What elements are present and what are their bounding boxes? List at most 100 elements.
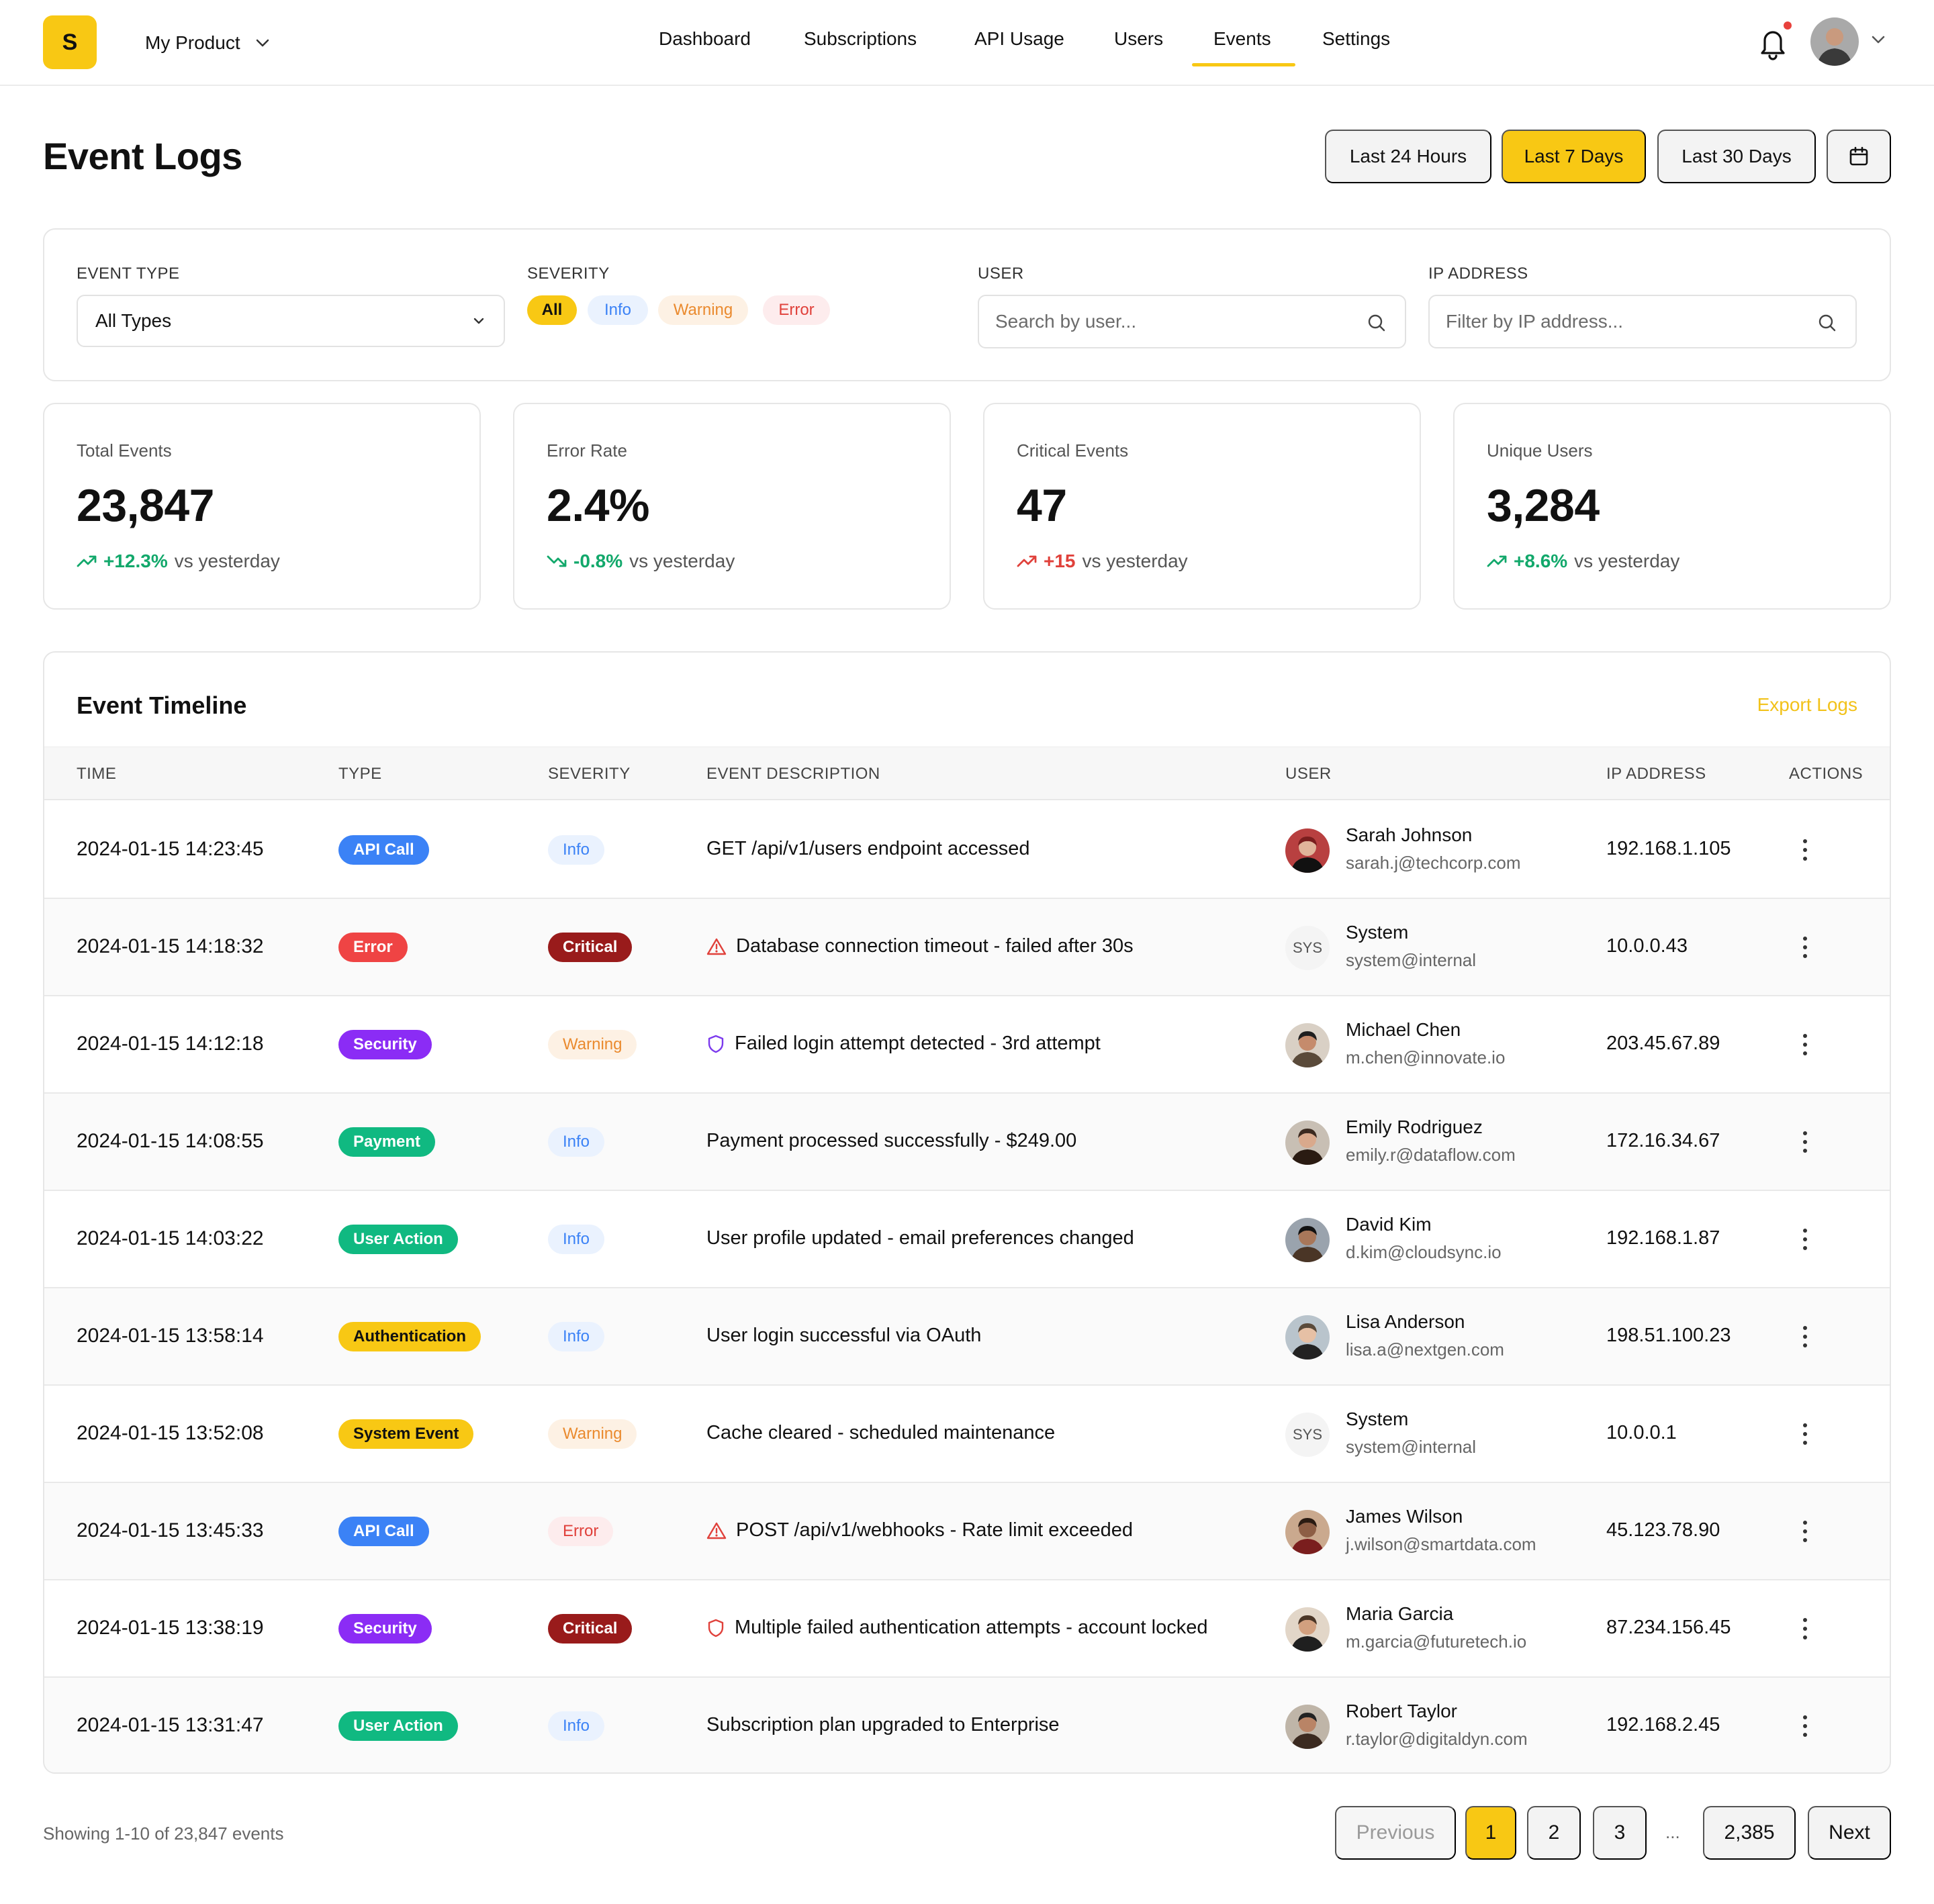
stat-label: Unique Users: [1487, 440, 1593, 461]
user-email: lisa.a@nextgen.com: [1346, 1339, 1504, 1360]
event-time: 2024-01-15 14:08:55: [77, 1130, 264, 1152]
chevron-down-icon: [473, 318, 484, 324]
page-button-1[interactable]: 1: [1465, 1806, 1516, 1860]
event-time: 2024-01-15 14:03:22: [77, 1227, 264, 1249]
export-logs-link[interactable]: Export Logs: [1757, 694, 1857, 716]
column-header-ip-address[interactable]: IP ADDRESS: [1606, 765, 1706, 783]
event-type-select[interactable]: All Types: [77, 295, 505, 347]
row-actions-menu-icon[interactable]: [1794, 1514, 1816, 1549]
event-type-badge: API Call: [338, 1517, 429, 1546]
event-description: Payment processed successfully - $249.00: [706, 1130, 1076, 1152]
event-description-text: User login successful via OAuth: [706, 1325, 982, 1346]
event-type-badge: Payment: [338, 1127, 436, 1157]
ip-filter-field[interactable]: [1428, 295, 1857, 348]
app-logo[interactable]: S: [43, 15, 97, 69]
table-row[interactable]: 2024-01-15 13:52:08 System Event Warning…: [44, 1386, 1890, 1483]
event-type-badge: API Call: [338, 835, 429, 865]
stat-delta: +12.3% vs yesterday: [77, 551, 280, 572]
event-time: 2024-01-15 14:18:32: [77, 935, 264, 957]
row-actions-menu-icon[interactable]: [1794, 1319, 1816, 1354]
user-search-input[interactable]: [995, 308, 1344, 335]
table-row[interactable]: 2024-01-15 14:08:55 Payment Info Payment…: [44, 1094, 1890, 1191]
stat-label: Error Rate: [547, 440, 627, 461]
table-row[interactable]: 2024-01-15 13:45:33 API Call Error POST …: [44, 1483, 1890, 1580]
user-name: David Kim: [1346, 1214, 1432, 1235]
event-type-badge: Authentication: [338, 1322, 481, 1351]
stat-delta-suffix: vs yesterday: [1574, 551, 1680, 571]
row-actions-menu-icon[interactable]: [1794, 1709, 1816, 1744]
trend-up-icon: [1017, 555, 1037, 567]
nav-dashboard[interactable]: Dashboard: [659, 28, 751, 50]
column-header-actions: ACTIONS: [1789, 765, 1863, 783]
ip-address: 10.0.0.1: [1606, 1422, 1677, 1443]
row-actions-menu-icon[interactable]: [1794, 1027, 1816, 1062]
row-actions-menu-icon[interactable]: [1794, 1222, 1816, 1257]
avatar: [1285, 1705, 1330, 1749]
severity-chip-error[interactable]: Error: [763, 295, 830, 325]
nav-api-usage[interactable]: API Usage: [974, 28, 1064, 50]
product-switcher[interactable]: My Product: [145, 28, 270, 58]
table-row[interactable]: 2024-01-15 14:23:45 API Call Info GET /a…: [44, 802, 1890, 899]
ip-address: 192.168.1.105: [1606, 838, 1731, 859]
event-description-text: Failed login attempt detected - 3rd atte…: [735, 1033, 1101, 1054]
event-description-text: Subscription plan upgraded to Enterprise: [706, 1714, 1060, 1735]
stat-delta: -0.8% vs yesterday: [547, 551, 735, 572]
column-header-severity[interactable]: SEVERITY: [548, 765, 631, 783]
nav-subscriptions[interactable]: Subscriptions: [804, 28, 917, 50]
calendar-button[interactable]: [1827, 130, 1891, 183]
ip-address: 203.45.67.89: [1606, 1033, 1720, 1054]
column-header-type[interactable]: TYPE: [338, 765, 382, 783]
severity-chip-info[interactable]: Info: [588, 295, 648, 325]
stat-delta-suffix: vs yesterday: [629, 551, 735, 571]
system-avatar: SYS: [1285, 926, 1330, 970]
avatar: [1285, 1023, 1330, 1067]
event-type-badge: Security: [338, 1030, 432, 1059]
table-row[interactable]: 2024-01-15 14:03:22 User Action Info Use…: [44, 1191, 1890, 1288]
range-7d-button[interactable]: Last 7 Days: [1502, 130, 1646, 183]
severity-chip-warning[interactable]: Warning: [658, 295, 748, 325]
stat-value: 3,284: [1487, 480, 1600, 531]
ip-address: 192.168.2.45: [1606, 1714, 1720, 1735]
user-email: system@internal: [1346, 1437, 1477, 1457]
user-search-field[interactable]: [978, 295, 1406, 348]
event-description: User login successful via OAuth: [706, 1325, 981, 1347]
ip-filter-input[interactable]: [1446, 308, 1795, 335]
row-actions-menu-icon[interactable]: [1794, 1417, 1816, 1451]
column-header-time[interactable]: TIME: [77, 765, 116, 783]
page-button-2[interactable]: 2: [1527, 1806, 1581, 1860]
event-description: Multiple failed authentication attempts …: [706, 1617, 1207, 1639]
stat-delta-suffix: vs yesterday: [174, 551, 280, 571]
page-button-3[interactable]: 3: [1593, 1806, 1647, 1860]
user-avatar[interactable]: [1810, 17, 1859, 66]
chevron-down-icon[interactable]: [1871, 35, 1886, 44]
range-24h-button[interactable]: Last 24 Hours: [1325, 130, 1491, 183]
table-row[interactable]: 2024-01-15 13:38:19 Security Critical Mu…: [44, 1580, 1890, 1678]
nav-events[interactable]: Events: [1213, 28, 1271, 50]
next-page-button[interactable]: Next: [1808, 1806, 1891, 1860]
trend-up-icon: [77, 555, 97, 567]
row-actions-menu-icon[interactable]: [1794, 1125, 1816, 1159]
severity-label: SEVERITY: [527, 265, 610, 283]
stat-delta-value: +12.3%: [103, 551, 168, 571]
nav-users[interactable]: Users: [1114, 28, 1163, 50]
table-row[interactable]: 2024-01-15 13:58:14 Authentication Info …: [44, 1288, 1890, 1386]
table-row[interactable]: 2024-01-15 13:31:47 User Action Info Sub…: [44, 1678, 1890, 1772]
avatar: [1285, 828, 1330, 873]
nav-settings[interactable]: Settings: [1322, 28, 1390, 50]
row-actions-menu-icon[interactable]: [1794, 1611, 1816, 1646]
event-description-text: Payment processed successfully - $249.00: [706, 1130, 1077, 1151]
page-button-last[interactable]: 2,385: [1703, 1806, 1796, 1860]
previous-page-button[interactable]: Previous: [1335, 1806, 1456, 1860]
row-actions-menu-icon[interactable]: [1794, 832, 1816, 867]
row-actions-menu-icon[interactable]: [1794, 930, 1816, 965]
severity-chip-all[interactable]: All: [527, 295, 577, 325]
range-30d-button[interactable]: Last 30 Days: [1657, 130, 1816, 183]
table-row[interactable]: 2024-01-15 14:12:18 Security Warning Fai…: [44, 996, 1890, 1094]
event-time: 2024-01-15 13:38:19: [77, 1617, 264, 1639]
stat-delta: +8.6% vs yesterday: [1487, 551, 1679, 572]
column-header-user[interactable]: USER: [1285, 765, 1332, 783]
ip-address: 10.0.0.43: [1606, 935, 1688, 957]
table-row[interactable]: 2024-01-15 14:18:32 Error Critical Datab…: [44, 899, 1890, 996]
column-header-description[interactable]: EVENT DESCRIPTION: [706, 765, 880, 783]
severity-badge: Info: [548, 1127, 605, 1157]
